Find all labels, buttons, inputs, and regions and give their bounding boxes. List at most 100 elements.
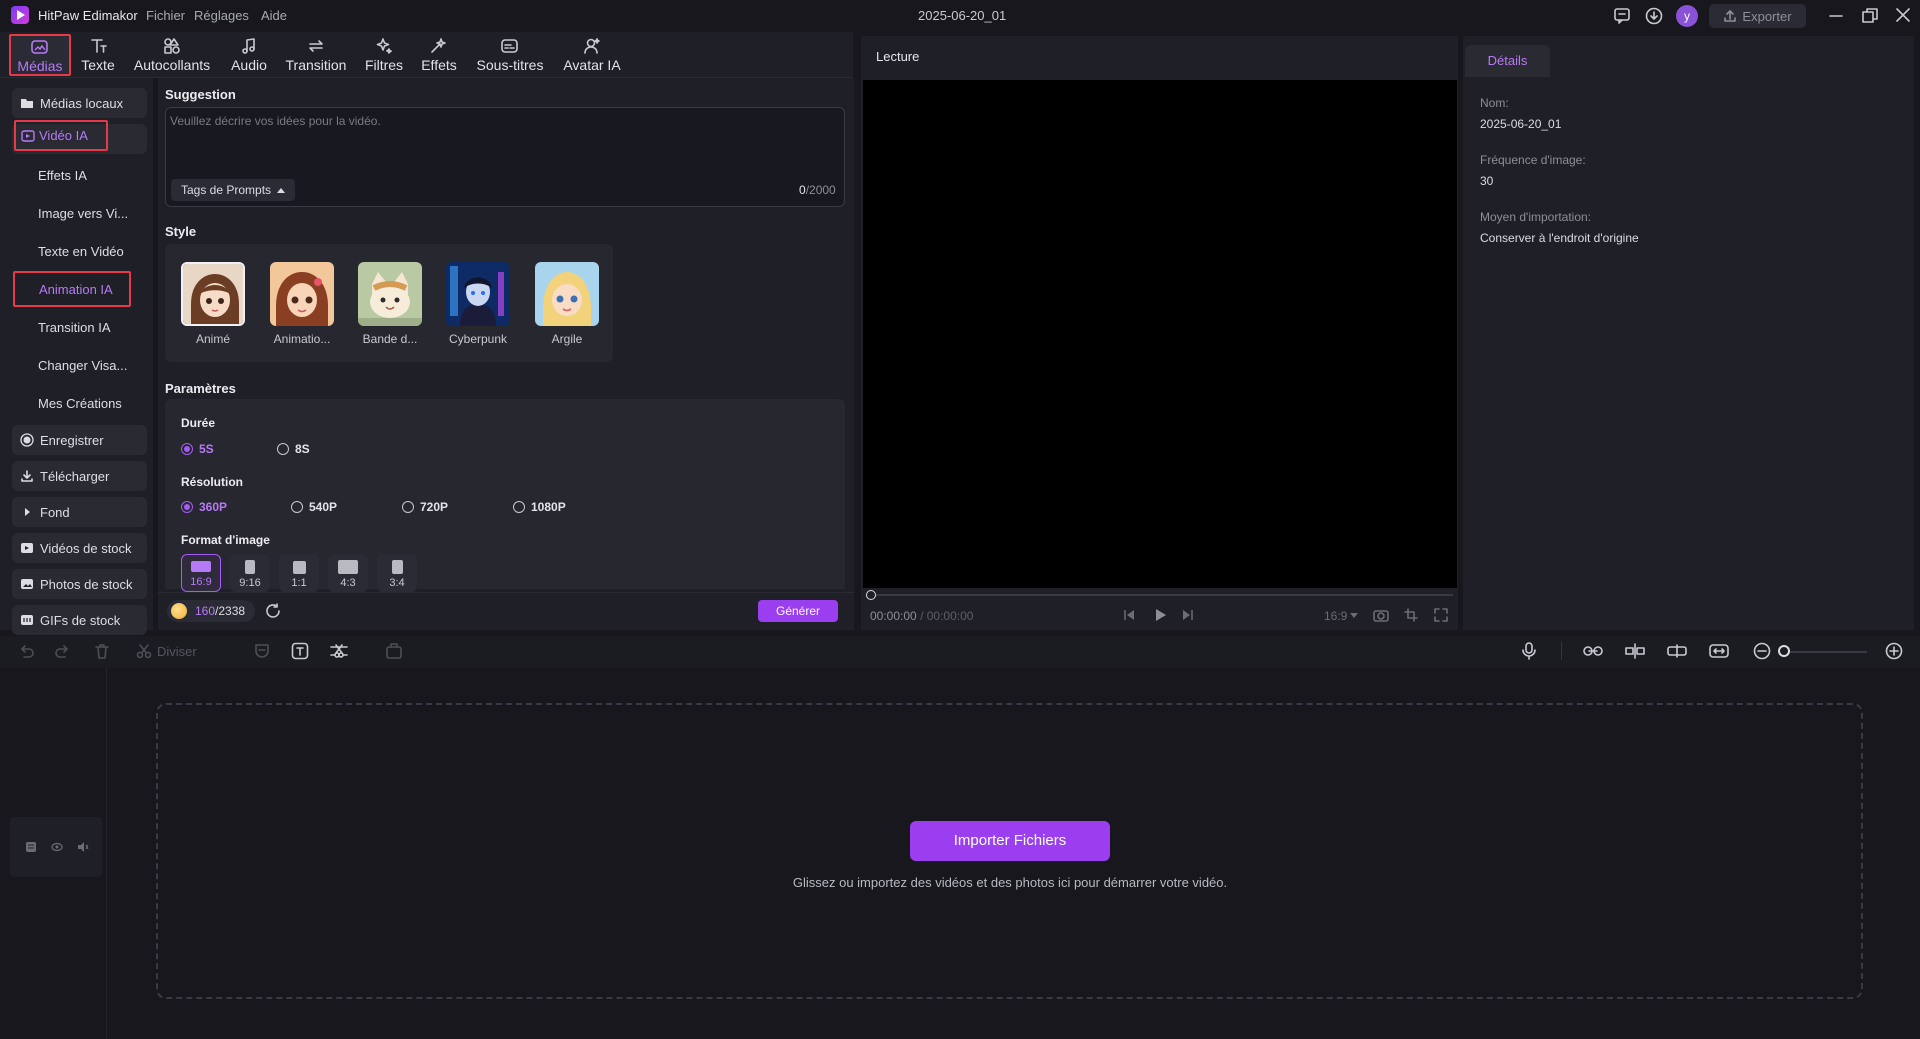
undo-icon[interactable] xyxy=(17,642,35,660)
snapshot-icon[interactable] xyxy=(1373,608,1389,622)
sidebar-item-enregistrer[interactable]: Enregistrer xyxy=(12,425,147,455)
sidebar-item-video-ia-highlight[interactable]: Vidéo IA xyxy=(14,120,108,151)
menu-reglages[interactable]: Réglages xyxy=(194,8,249,23)
track-split-icon[interactable] xyxy=(1667,642,1687,660)
format-label: 16:9 xyxy=(190,576,212,588)
tab-audio[interactable]: Audio xyxy=(228,34,270,76)
style-card-argile[interactable] xyxy=(535,262,599,326)
prompt-tags-button[interactable]: Tags de Prompts xyxy=(171,179,296,201)
refresh-icon[interactable] xyxy=(264,602,282,620)
next-frame-icon[interactable] xyxy=(1181,608,1195,622)
microphone-icon[interactable] xyxy=(1521,642,1537,660)
video-preview[interactable] xyxy=(863,80,1457,588)
resolution-title: Résolution xyxy=(181,475,243,489)
sidebar-item-gifs-de-stock[interactable]: GIFs de stock xyxy=(12,605,147,635)
tab-texte[interactable]: Texte xyxy=(78,34,118,76)
delete-icon[interactable] xyxy=(93,642,111,660)
app-logo-icon xyxy=(11,6,29,24)
style-card-bande-dessinee[interactable] xyxy=(358,262,422,326)
detail-import-value: Conserver à l'endroit d'origine xyxy=(1480,231,1639,245)
fit-timeline-icon[interactable] xyxy=(1709,642,1729,660)
sidebar-item-texte-en-video[interactable]: Texte en Vidéo xyxy=(38,244,124,259)
snap-icon[interactable] xyxy=(1625,642,1645,660)
sidebar-item-image-vers-video[interactable]: Image vers Vi... xyxy=(38,206,128,221)
export-button[interactable]: Exporter xyxy=(1709,4,1806,28)
tab-avatar-ia[interactable]: Avatar IA xyxy=(560,34,624,76)
sidebar-item-photos-de-stock[interactable]: Photos de stock xyxy=(12,569,147,599)
resolution-option-360p[interactable]: 360P xyxy=(181,500,227,514)
track-video-icon[interactable] xyxy=(25,841,37,853)
sidebar-item-mes-creations[interactable]: Mes Créations xyxy=(38,396,122,411)
track-mute-icon[interactable] xyxy=(77,841,89,853)
resolution-option-540p[interactable]: 540P xyxy=(291,500,337,514)
link-icon[interactable] xyxy=(1583,642,1603,660)
play-icon[interactable] xyxy=(1152,607,1168,623)
feedback-icon[interactable] xyxy=(1613,7,1631,25)
sidebar-item-effets-ia[interactable]: Effets IA xyxy=(38,168,87,183)
tab-effets[interactable]: Effets xyxy=(418,34,460,76)
style-card-cyberpunk[interactable] xyxy=(446,262,510,326)
tab-filtres[interactable]: Filtres xyxy=(362,34,406,76)
tab-details[interactable]: Détails xyxy=(1465,45,1550,77)
scrubber-handle[interactable] xyxy=(866,590,876,600)
freeze-frame-icon[interactable] xyxy=(385,642,403,660)
split-button[interactable]: Diviser xyxy=(136,641,197,661)
close-icon[interactable] xyxy=(1895,7,1911,23)
transition-icon xyxy=(309,40,323,52)
resolution-option-720p[interactable]: 720P xyxy=(402,500,448,514)
zoom-out-icon[interactable] xyxy=(1753,642,1771,660)
radio-label: 5S xyxy=(199,442,214,456)
cut-audio-icon[interactable] xyxy=(329,642,349,660)
menu-fichier[interactable]: Fichier xyxy=(146,8,185,23)
user-avatar[interactable]: y xyxy=(1676,5,1698,27)
generate-button[interactable]: Générer xyxy=(758,600,838,622)
tab-label: Avatar IA xyxy=(563,57,621,73)
format-option-9-16[interactable]: 9:16 xyxy=(230,554,270,592)
redo-icon[interactable] xyxy=(54,642,72,660)
landscape-icon xyxy=(191,561,211,572)
duration-option-8s[interactable]: 8S xyxy=(277,442,310,456)
tab-sous-titres[interactable]: Sous-titres xyxy=(474,34,546,76)
duration-option-5s[interactable]: 5S xyxy=(181,442,214,456)
tab-transition[interactable]: Transition xyxy=(284,34,348,76)
format-option-1-1[interactable]: 1:1 xyxy=(279,554,319,592)
menu-aide[interactable]: Aide xyxy=(261,8,287,23)
zoom-slider-track[interactable] xyxy=(1782,651,1867,653)
fullscreen-icon[interactable] xyxy=(1434,608,1448,622)
aspect-ratio-select[interactable]: 16:9 xyxy=(1324,609,1359,623)
sidebar-item-fond[interactable]: Fond xyxy=(12,497,147,527)
zoom-in-icon[interactable] xyxy=(1885,642,1903,660)
project-title: 2025-06-20_01 xyxy=(918,8,1007,23)
detail-name-value: 2025-06-20_01 xyxy=(1480,117,1562,131)
square-icon xyxy=(292,561,306,574)
download-icon[interactable] xyxy=(1645,7,1663,25)
resolution-option-1080p[interactable]: 1080P xyxy=(513,500,566,514)
sidebar-item-videos-de-stock[interactable]: Vidéos de stock xyxy=(12,533,147,563)
track-visibility-icon[interactable] xyxy=(51,841,63,853)
restore-icon[interactable] xyxy=(1861,7,1879,25)
sidebar-item-animation-ia[interactable]: Animation IA xyxy=(13,271,131,307)
format-option-16-9[interactable]: 16:9 xyxy=(181,554,221,592)
format-option-3-4[interactable]: 3:4 xyxy=(377,554,417,592)
style-card-anime[interactable] xyxy=(181,262,245,326)
style-label-anime: Animé xyxy=(195,332,230,346)
style-card-animation[interactable] xyxy=(270,262,334,326)
prev-frame-icon[interactable] xyxy=(1122,608,1136,622)
tab-medias[interactable]: Médias xyxy=(9,34,71,76)
minimize-icon[interactable] xyxy=(1828,8,1844,24)
landscape-icon xyxy=(338,560,358,574)
sidebar-item-changer-visage[interactable]: Changer Visa... xyxy=(38,358,127,373)
import-files-button[interactable]: Importer Fichiers xyxy=(910,821,1110,861)
sidebar-item-transition-ia[interactable]: Transition IA xyxy=(38,320,111,335)
mask-icon[interactable] xyxy=(254,642,270,660)
caret-up-icon xyxy=(277,187,286,193)
crop-icon[interactable] xyxy=(1404,608,1418,622)
sidebar-item-telecharger[interactable]: Télécharger xyxy=(12,461,147,491)
sidebar-item-medias-locaux[interactable]: Médias locaux xyxy=(12,88,147,118)
zoom-slider-handle[interactable] xyxy=(1778,645,1790,657)
text-frame-icon[interactable] xyxy=(291,642,309,660)
aspect-ratio-value: 16:9 xyxy=(1324,609,1348,623)
tab-autocollants[interactable]: Autocollants xyxy=(132,34,212,76)
format-option-4-3[interactable]: 4:3 xyxy=(328,554,368,592)
playback-scrubber[interactable] xyxy=(868,594,1453,596)
